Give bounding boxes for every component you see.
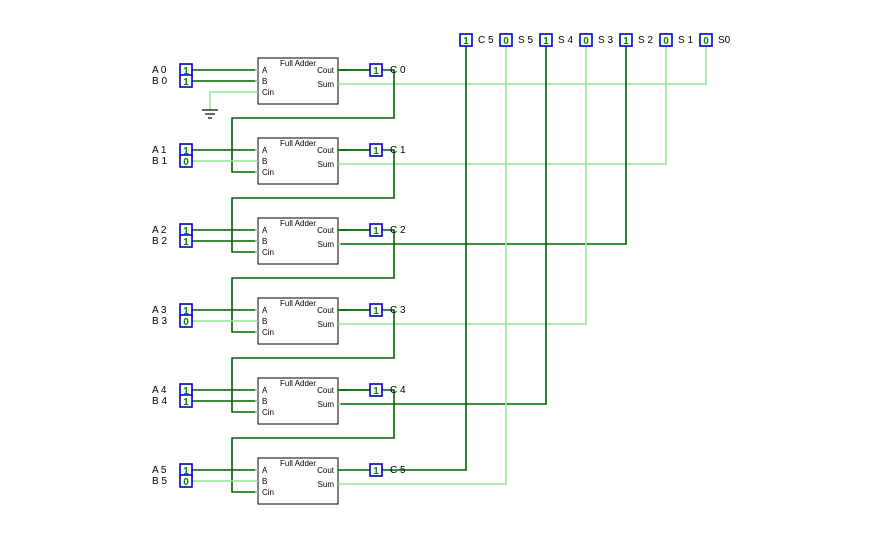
block-title: Full Adder: [280, 219, 316, 228]
svg-text:0: 0: [663, 36, 669, 47]
svg-text:Cout: Cout: [317, 226, 335, 235]
label-out-3: S 3: [598, 35, 613, 46]
svg-text:1: 1: [373, 66, 379, 77]
svg-text:1: 1: [183, 397, 189, 408]
svg-text:B: B: [262, 477, 267, 486]
svg-text:B: B: [262, 237, 267, 246]
svg-text:0: 0: [503, 36, 509, 47]
svg-text:B: B: [262, 397, 267, 406]
label-out-1: S 1: [678, 35, 693, 46]
label-A1: A 1: [152, 145, 167, 156]
label-C3: C 3: [390, 305, 406, 316]
svg-text:1: 1: [183, 77, 189, 88]
label-C4: C 4: [390, 385, 406, 396]
label-A5: A 5: [152, 465, 167, 476]
svg-text:A: A: [262, 466, 268, 475]
svg-text:1: 1: [543, 36, 549, 47]
svg-text:1: 1: [463, 36, 469, 47]
label-C5: C 5: [390, 465, 406, 476]
svg-text:0: 0: [183, 477, 189, 488]
svg-text:A: A: [262, 226, 268, 235]
svg-text:A: A: [262, 66, 268, 75]
svg-text:Sum: Sum: [318, 160, 335, 169]
svg-text:A: A: [262, 386, 268, 395]
label-B4: B 4: [152, 396, 167, 407]
svg-text:Cout: Cout: [317, 466, 335, 475]
svg-text:Sum: Sum: [318, 400, 335, 409]
svg-text:Sum: Sum: [318, 80, 335, 89]
label-B0: B 0: [152, 76, 167, 87]
svg-text:0: 0: [183, 317, 189, 328]
svg-text:1: 1: [373, 466, 379, 477]
label-out-4: S 4: [558, 35, 573, 46]
label-B2: B 2: [152, 236, 167, 247]
svg-text:1: 1: [373, 306, 379, 317]
svg-text:Cin: Cin: [262, 168, 274, 177]
svg-text:Cout: Cout: [317, 66, 335, 75]
svg-text:0: 0: [703, 36, 709, 47]
svg-text:1: 1: [373, 226, 379, 237]
svg-text:Sum: Sum: [318, 480, 335, 489]
label-A4: A 4: [152, 385, 167, 396]
label-out-6: C 5: [478, 35, 494, 46]
svg-text:1: 1: [183, 237, 189, 248]
block-title: Full Adder: [280, 379, 316, 388]
block-title: Full Adder: [280, 299, 316, 308]
svg-text:Sum: Sum: [318, 240, 335, 249]
svg-text:0: 0: [583, 36, 589, 47]
block-title: Full Adder: [280, 59, 316, 68]
svg-text:B: B: [262, 317, 267, 326]
svg-text:1: 1: [623, 36, 629, 47]
svg-text:Cin: Cin: [262, 248, 274, 257]
adder-diagram: Full AdderABCinCoutSumFull AdderABCinCou…: [0, 0, 889, 555]
svg-text:0: 0: [183, 157, 189, 168]
label-B1: B 1: [152, 156, 167, 167]
svg-text:B: B: [262, 157, 267, 166]
svg-text:1: 1: [373, 386, 379, 397]
svg-text:A: A: [262, 146, 268, 155]
svg-text:Sum: Sum: [318, 320, 335, 329]
block-title: Full Adder: [280, 459, 316, 468]
svg-text:Cout: Cout: [317, 386, 335, 395]
label-out-0: S0: [718, 35, 731, 46]
label-A2: A 2: [152, 225, 167, 236]
label-out-5: S 5: [518, 35, 533, 46]
label-B3: B 3: [152, 316, 167, 327]
svg-text:Cin: Cin: [262, 88, 274, 97]
label-B5: B 5: [152, 476, 167, 487]
svg-text:Cin: Cin: [262, 408, 274, 417]
svg-text:A: A: [262, 306, 268, 315]
label-A3: A 3: [152, 305, 167, 316]
svg-text:Cout: Cout: [317, 306, 335, 315]
label-out-2: S 2: [638, 35, 653, 46]
svg-text:Cout: Cout: [317, 146, 335, 155]
svg-text:1: 1: [373, 146, 379, 157]
svg-text:Cin: Cin: [262, 488, 274, 497]
svg-text:Cin: Cin: [262, 328, 274, 337]
label-A0: A 0: [152, 65, 167, 76]
svg-text:B: B: [262, 77, 267, 86]
block-title: Full Adder: [280, 139, 316, 148]
label-C2: C 2: [390, 225, 406, 236]
label-C1: C 1: [390, 145, 406, 156]
label-C0: C 0: [390, 65, 406, 76]
